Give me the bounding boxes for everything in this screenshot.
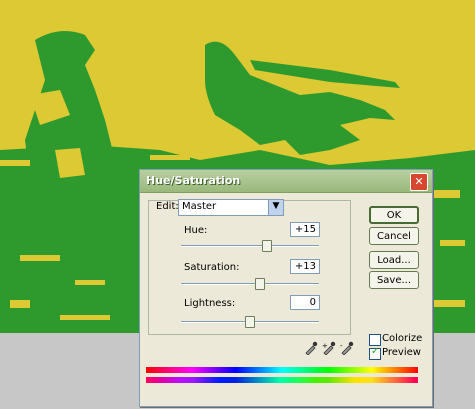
close-button[interactable]: ✕	[410, 173, 428, 191]
output-color-spectrum	[146, 377, 418, 383]
saturation-slider-track[interactable]	[181, 283, 319, 285]
colorize-checkbox[interactable]	[369, 334, 381, 346]
dialog-title: Hue/Saturation	[146, 174, 241, 187]
edit-label: Edit:	[156, 201, 179, 212]
hue-label: Hue:	[184, 225, 208, 236]
edit-dropdown[interactable]: Master ▼	[178, 199, 284, 216]
ok-button[interactable]: OK	[369, 206, 419, 224]
lightness-label: Lightness:	[184, 298, 236, 309]
save-button[interactable]: Save...	[369, 271, 419, 289]
lightness-slider-thumb[interactable]	[245, 316, 255, 328]
load-button[interactable]: Load...	[369, 251, 419, 269]
colorize-label: Colorize	[382, 333, 423, 344]
eyedropper-icon[interactable]	[304, 341, 318, 355]
saturation-label: Saturation:	[184, 262, 240, 273]
saturation-input[interactable]: +13	[290, 259, 320, 274]
adjustment-group	[148, 200, 351, 335]
hue-slider-track[interactable]	[181, 245, 319, 247]
preview-checkbox[interactable]	[369, 346, 381, 360]
dialog-titlebar[interactable]: Hue/Saturation ✕	[140, 170, 432, 193]
svg-text:-: -	[340, 342, 343, 350]
chevron-down-icon[interactable]: ▼	[268, 199, 284, 216]
preview-label: Preview	[382, 347, 421, 358]
svg-text:+: +	[322, 342, 328, 350]
eyedropper-minus-icon[interactable]: -	[340, 341, 354, 355]
edit-dropdown-value: Master	[182, 201, 217, 212]
input-color-spectrum	[146, 367, 418, 373]
hue-input[interactable]: +15	[290, 222, 320, 237]
hue-slider-thumb[interactable]	[261, 240, 272, 252]
saturation-slider-thumb[interactable]	[254, 278, 265, 290]
eyedropper-plus-icon[interactable]: +	[322, 341, 336, 355]
cancel-button[interactable]: Cancel	[369, 227, 419, 245]
close-icon: ✕	[414, 175, 424, 188]
lightness-input[interactable]: 0	[290, 295, 320, 310]
